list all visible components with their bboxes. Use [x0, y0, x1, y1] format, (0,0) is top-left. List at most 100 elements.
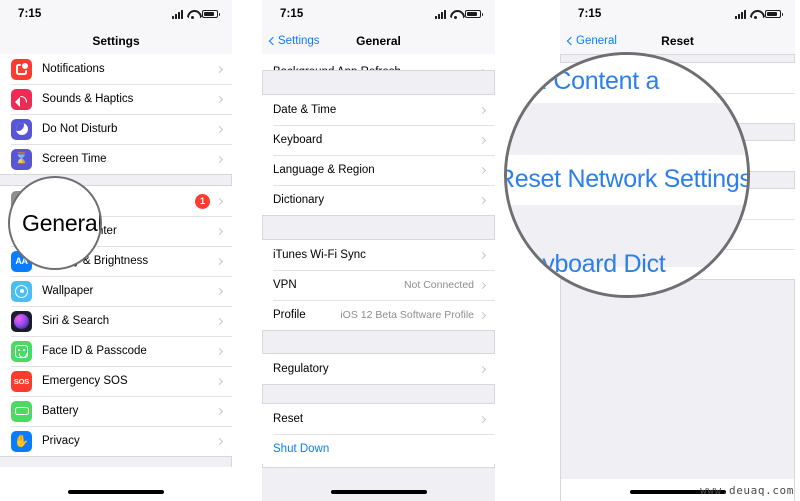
row-label: Do Not Disturb [42, 123, 118, 135]
sidebar-item-face-id-passcode[interactable]: Face ID & Passcode [0, 336, 232, 366]
sidebar-item-siri-search[interactable]: Siri & Search [0, 306, 232, 336]
battery-icon [765, 10, 783, 18]
lens-text-reset-network-settings: Reset Network Settings [504, 165, 750, 193]
chevron-right-icon [478, 365, 487, 373]
cellular-signal-icon [435, 9, 446, 19]
chevron-right-icon [478, 415, 487, 423]
status-bar: 7:15 [0, 0, 232, 28]
row-date-time[interactable]: Date & Time [262, 95, 495, 125]
row-label: Date & Time [273, 104, 337, 116]
chevron-right-icon [215, 125, 224, 133]
chevron-right-icon [215, 95, 224, 103]
chevron-right-icon [215, 287, 224, 295]
status-bar-icons [435, 9, 483, 19]
row-vpn[interactable]: VPN Not Connected [262, 270, 495, 300]
battery-settings-icon [11, 400, 32, 422]
screenshot-stage: 7:15 Settings Notifications Sounds & Hap… [0, 0, 800, 501]
sidebar-item-wallpaper[interactable]: Wallpaper [0, 276, 232, 306]
back-button-settings[interactable]: Settings [268, 35, 320, 47]
row-label: Profile [273, 309, 306, 321]
page-title: General [356, 34, 401, 48]
lens-band [507, 103, 747, 155]
row-label: Battery [42, 405, 79, 417]
nav-bar-reset: General Reset [560, 28, 795, 54]
magnifier-lens-general: General [8, 176, 102, 270]
home-bar-area [0, 467, 232, 501]
chevron-right-icon [478, 166, 487, 174]
sidebar-item-notifications[interactable]: Notifications [0, 54, 232, 84]
cellular-signal-icon [735, 9, 746, 19]
row-label: iTunes Wi-Fi Sync [273, 249, 366, 261]
lens-text-reset-keyboard-dictionary: t Keyboard Dict [504, 250, 666, 278]
chevron-right-icon [215, 437, 224, 445]
chevron-right-icon [215, 257, 224, 265]
sounds-haptics-icon [11, 88, 32, 110]
row-dictionary[interactable]: Dictionary [262, 185, 495, 215]
list-group-separator [262, 215, 495, 240]
list-bottom-fill [560, 279, 795, 479]
sidebar-item-do-not-disturb[interactable]: Do Not Disturb [0, 114, 232, 144]
siri-search-icon [11, 310, 32, 332]
row-label: Reset [273, 413, 304, 425]
chevron-right-icon [478, 251, 487, 259]
row-value: iOS 12 Beta Software Profile [340, 309, 474, 321]
row-value: Not Connected [403, 279, 474, 291]
nav-bar-general: Settings General [262, 28, 495, 54]
row-itunes-wifi-sync[interactable]: iTunes Wi-Fi Sync [262, 240, 495, 270]
phone-panel-general: 7:15 Settings General Background App Ref… [262, 0, 495, 501]
list-group-separator [262, 70, 495, 95]
chevron-right-icon [478, 281, 487, 289]
settings-list-group-1: Notifications Sounds & Haptics Do Not Di… [0, 54, 232, 174]
back-button-label: Settings [278, 35, 320, 47]
row-background-app-refresh[interactable]: Background App Refresh [262, 54, 495, 70]
screen-time-icon: ⌛ [11, 148, 32, 170]
row-label: Screen Time [42, 153, 107, 165]
sidebar-item-emergency-sos[interactable]: SOS Emergency SOS [0, 366, 232, 396]
magnifier-lens-content: e All Content a Reset Network Settings t… [507, 55, 747, 295]
list-group-separator [262, 384, 495, 404]
sidebar-item-screen-time[interactable]: ⌛ Screen Time [0, 144, 232, 174]
sidebar-item-sounds-haptics[interactable]: Sounds & Haptics [0, 84, 232, 114]
magnifier-lens-reset-network-settings: e All Content a Reset Network Settings t… [504, 52, 750, 298]
status-bar-time: 7:15 [578, 8, 602, 20]
row-label: Background App Refresh [273, 66, 480, 70]
row-label: Keyboard [273, 134, 323, 146]
chevron-right-icon [215, 65, 224, 73]
nav-bar-settings: Settings [0, 28, 232, 54]
row-keyboard[interactable]: Keyboard [262, 125, 495, 155]
wifi-icon [187, 10, 198, 19]
page-title: Settings [92, 34, 140, 48]
chevron-right-icon [215, 347, 224, 355]
list-group-separator [262, 330, 495, 354]
back-button-general[interactable]: General [566, 35, 617, 47]
row-reset[interactable]: Reset [262, 404, 495, 434]
sidebar-item-privacy[interactable]: ✋ Privacy [0, 426, 232, 456]
lens-text-erase-all-content: e All Content a [504, 67, 660, 95]
row-label: Notifications [42, 63, 105, 75]
row-profile[interactable]: Profile iOS 12 Beta Software Profile [262, 300, 495, 330]
row-label: VPN [273, 279, 297, 291]
row-regulatory[interactable]: Regulatory [262, 354, 495, 384]
row-language-region[interactable]: Language & Region [262, 155, 495, 185]
notifications-icon [11, 58, 32, 80]
wifi-icon [450, 10, 461, 19]
chevron-right-icon [215, 377, 224, 385]
row-label: Dictionary [273, 194, 325, 206]
status-bar: 7:15 [560, 0, 795, 28]
cellular-signal-icon [172, 9, 183, 19]
back-button-label: General [576, 35, 617, 47]
chevron-right-icon [215, 155, 224, 163]
row-label: Regulatory [273, 363, 329, 375]
chevron-right-icon [215, 407, 224, 415]
battery-icon [202, 10, 220, 18]
status-badge: 1 [195, 193, 210, 209]
wifi-icon [750, 10, 761, 19]
status-bar-icons [735, 9, 783, 19]
chevron-right-icon [478, 196, 487, 204]
row-label: Wallpaper [42, 285, 94, 297]
row-shut-down[interactable]: Shut Down [262, 434, 495, 464]
sidebar-item-battery[interactable]: Battery [0, 396, 232, 426]
chevron-right-icon [215, 227, 224, 235]
magnifier-lens-text: General [22, 209, 102, 236]
chevron-right-icon [215, 197, 224, 205]
